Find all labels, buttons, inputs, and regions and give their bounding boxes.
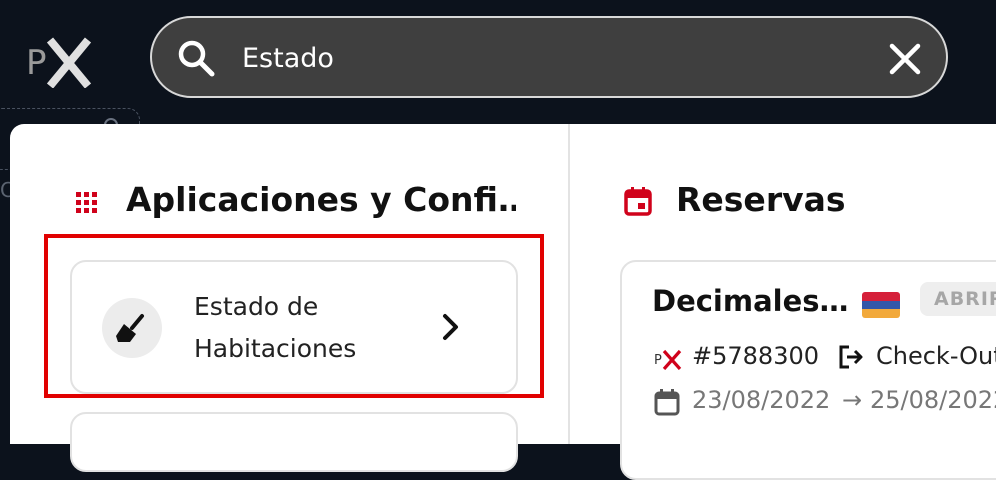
reservation-number: #5788300 — [692, 342, 819, 370]
svg-text:P: P — [654, 353, 662, 368]
reservation-date-from: 23/08/2022 — [692, 386, 831, 414]
search-results-panel: Aplicaciones y Confi… Estado de Habitaci… — [10, 124, 996, 480]
date-arrow: → — [842, 386, 863, 414]
flag-icon — [862, 292, 900, 318]
search-input[interactable] — [242, 36, 842, 80]
search-bar[interactable] — [150, 16, 948, 98]
svg-text:P: P — [26, 43, 47, 83]
close-icon[interactable] — [888, 42, 922, 76]
px-logo[interactable]: P — [24, 28, 96, 89]
apps-grid-icon — [76, 192, 97, 213]
reservation-card[interactable]: Decimales… ABRIR P #5788300 Check-Out 23… — [620, 260, 996, 480]
calendar-small-icon — [654, 389, 680, 416]
selection-highlight — [44, 234, 544, 398]
reservation-action: Check-Out — [876, 342, 996, 370]
app-item-next[interactable] — [70, 412, 518, 472]
column-divider — [568, 124, 570, 444]
reservation-date-to: 25/08/2022 — [870, 386, 996, 414]
reservation-guest-name: Decimales… — [652, 284, 849, 318]
status-badge[interactable]: ABRIR — [920, 282, 996, 316]
px-small-logo-icon: P — [654, 349, 682, 370]
reservations-section-title: Reservas — [676, 180, 846, 219]
search-icon — [178, 40, 215, 77]
apps-section-title: Aplicaciones y Confi… — [126, 180, 516, 219]
checkout-icon — [839, 345, 863, 369]
calendar-icon — [624, 187, 652, 216]
